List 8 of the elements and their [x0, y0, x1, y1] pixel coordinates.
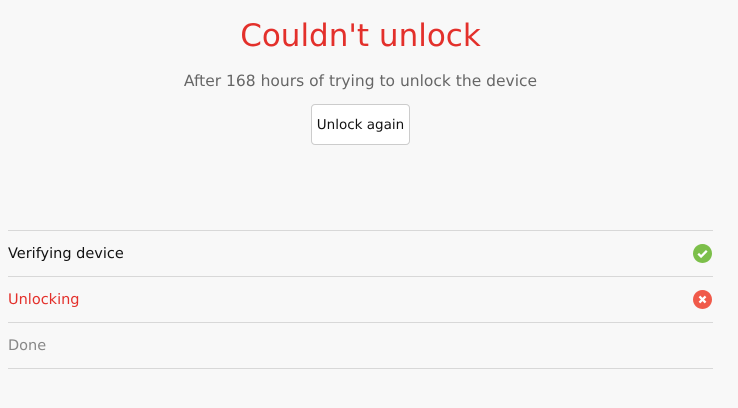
- step-label: Unlocking: [8, 292, 80, 308]
- error-message: After 168 hours of trying to unlock the device: [184, 71, 538, 91]
- unlock-again-button[interactable]: Unlock again: [310, 104, 410, 145]
- step-label: Done: [8, 338, 46, 354]
- step-label: Verifying device: [8, 246, 124, 262]
- error-title: Couldn't unlock: [240, 17, 481, 55]
- check-icon: [693, 244, 712, 263]
- error-icon: [693, 290, 712, 309]
